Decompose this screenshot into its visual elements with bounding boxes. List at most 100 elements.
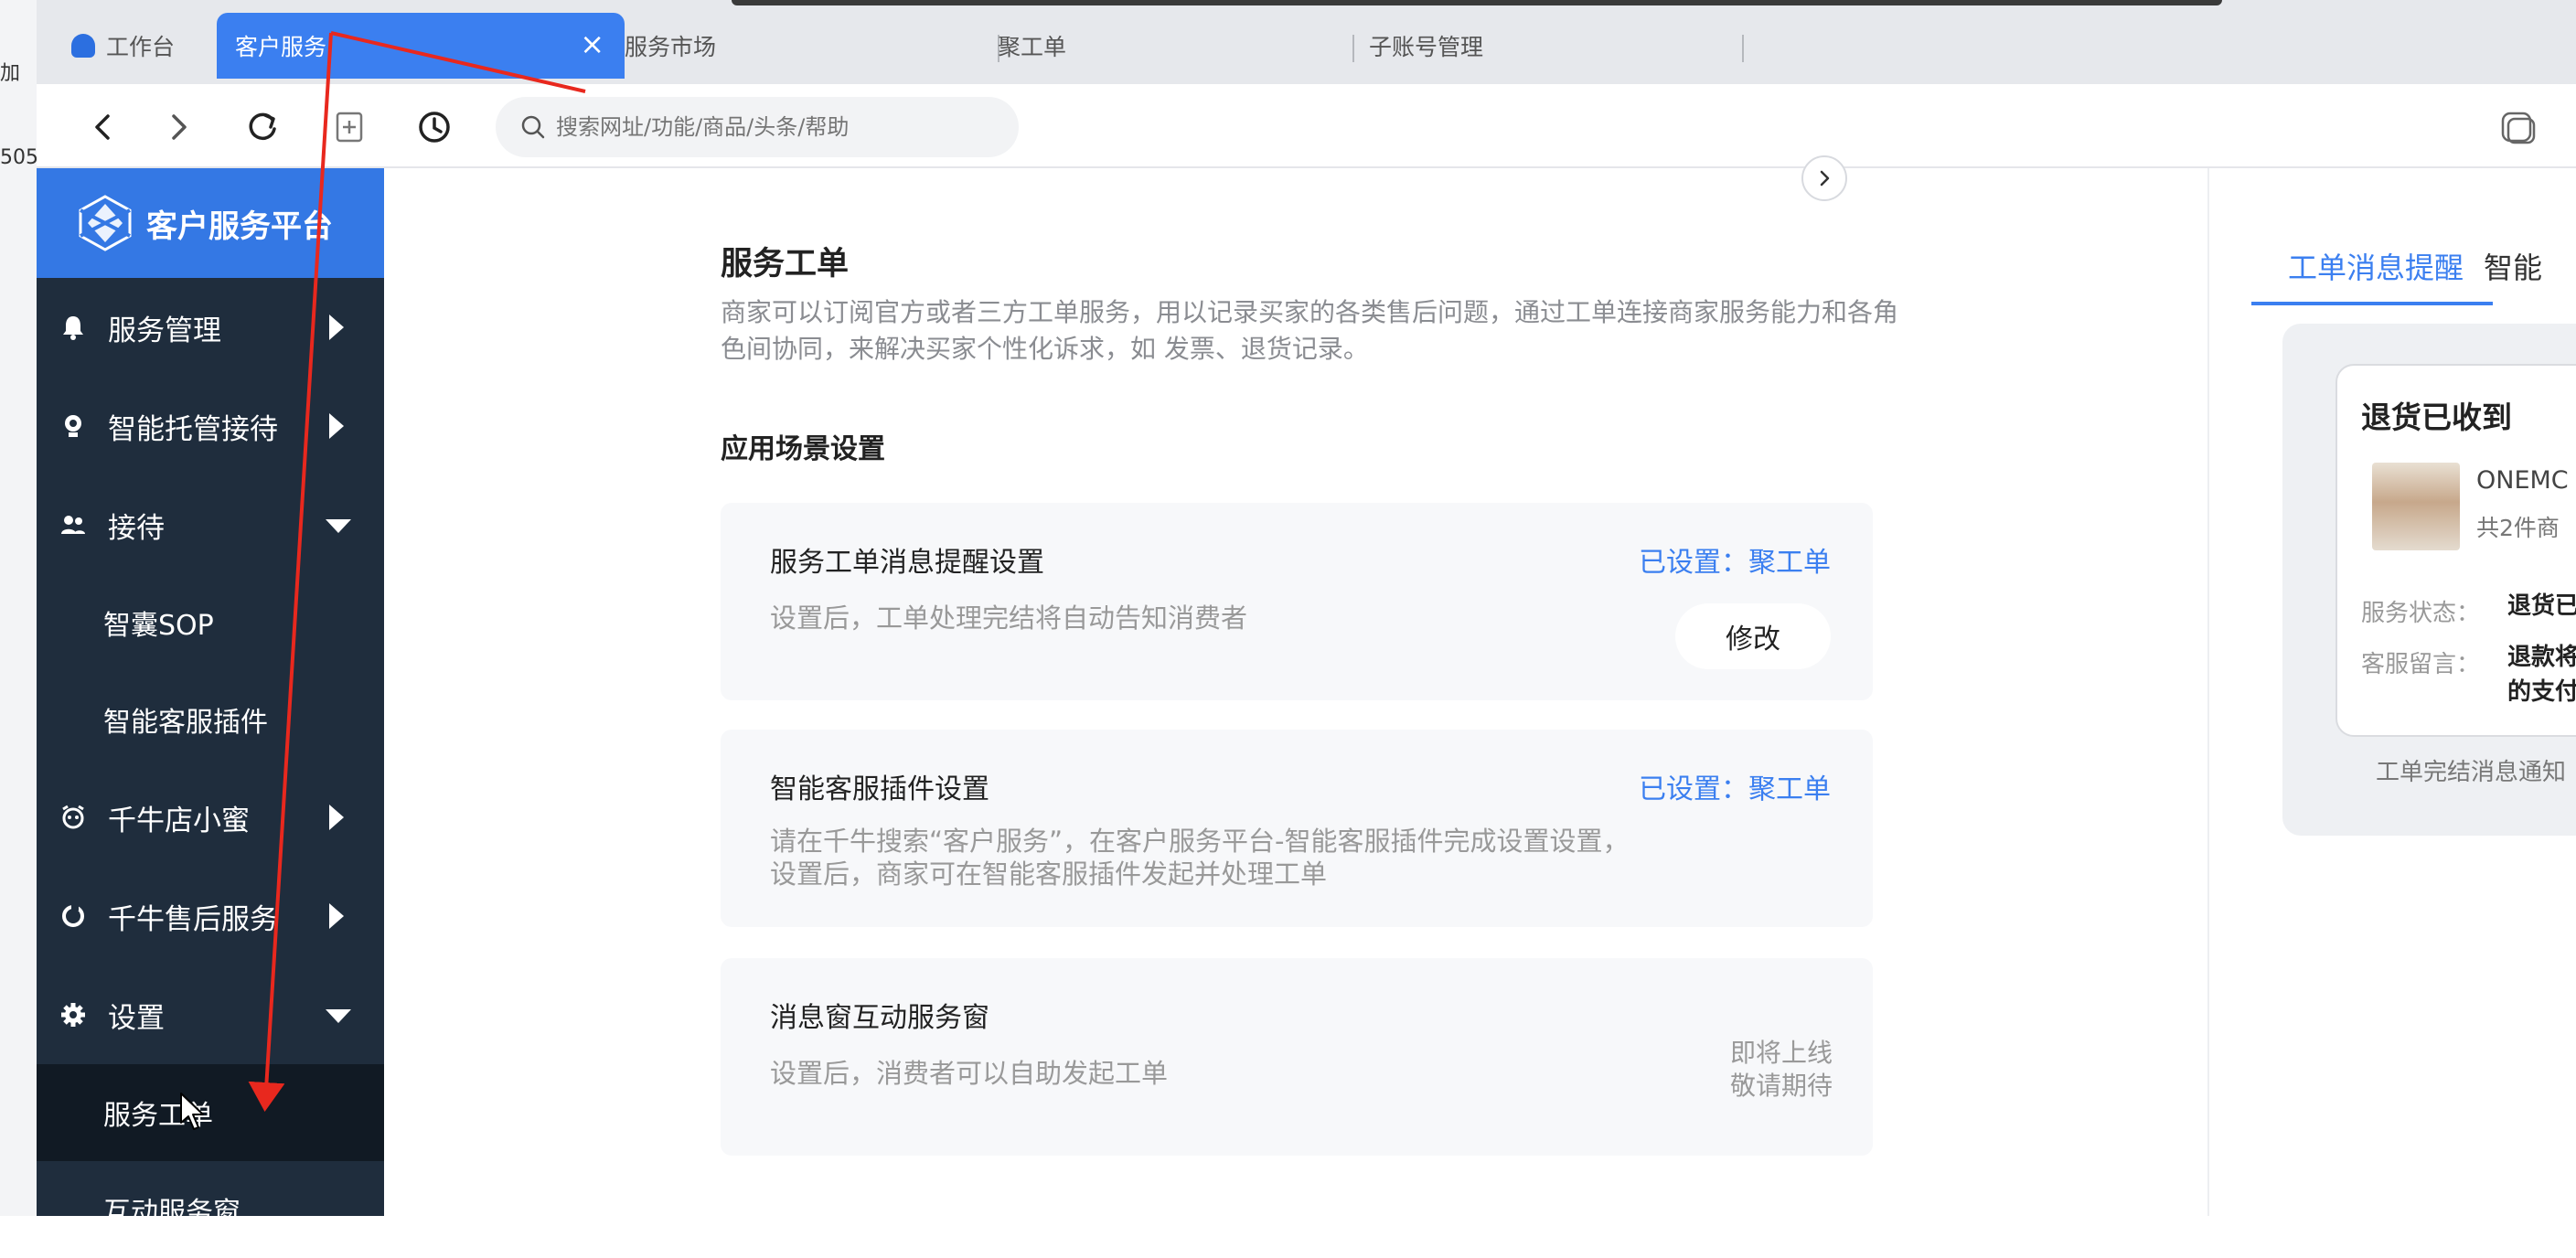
main-content: 服务工单 商家可以订阅官方或者三方工单服务，用以记录买家的各类售后问题，通过工单… — [384, 168, 2207, 1216]
section-title: 应用场景设置 — [721, 433, 885, 465]
sidebar-item-after-sales[interactable]: 千牛售后服务 — [37, 867, 384, 965]
tab-label: 聚工单 — [998, 34, 1067, 60]
copy-link-icon[interactable] — [2496, 104, 2541, 150]
close-icon[interactable]: × — [580, 29, 604, 59]
page-description: 商家可以订阅官方或者三方工单服务，用以记录买家的各类售后问题，通过工单连接商家服… — [721, 297, 1899, 364]
status-value: 退货已 — [2507, 592, 2576, 620]
tab-label: 服务市场 — [625, 34, 717, 60]
expand-panel-button[interactable] — [1801, 155, 1847, 201]
sidebar-subitem-service-ticket[interactable]: 服务工单 — [37, 1064, 384, 1161]
card-title: 消息窗互动服务窗 — [770, 1002, 989, 1034]
setting-card-smart-plugin: 智能客服插件设置 请在千牛搜索“客户服务”，在客户服务平台-智能客服插件完成设置… — [721, 730, 1873, 927]
modify-button[interactable]: 修改 — [1675, 603, 1831, 669]
sidebar-item-label: 智囊SOP — [103, 610, 214, 642]
card-description: 请在千牛搜索“客户服务”，在客户服务平台-智能客服插件完成设置设置，设置后，商家… — [770, 826, 1630, 890]
window-top-edge — [732, 0, 2222, 5]
note-value: 的支付 — [2507, 678, 2576, 706]
sidebar-subitem-sop[interactable]: 智囊SOP — [37, 574, 384, 671]
card-description: 设置后，工单处理完结将自动告知消费者 — [770, 602, 1248, 634]
chevron-down-icon — [326, 1009, 351, 1023]
sidebar-item-label: 千牛店小蜜 — [108, 804, 250, 837]
card-title: 服务工单消息提醒设置 — [770, 547, 1044, 579]
refresh-circle-icon — [57, 900, 90, 933]
address-search-bar[interactable] — [496, 97, 1019, 157]
coming-soon-line: 即将上线 — [1729, 1038, 1833, 1068]
setting-card-interactive-window: 消息窗互动服务窗 设置后，消费者可以自助发起工单 即将上线 敬请期待 — [721, 958, 1873, 1156]
home-icon — [71, 34, 95, 58]
status-badge: 已设置：聚工单 — [1639, 773, 1831, 805]
note-value: 退款将 — [2507, 644, 2576, 671]
chevron-right-icon — [1820, 170, 1830, 187]
tab-customer-service[interactable]: 客户服务 × — [217, 13, 625, 79]
preview-message-card: 退货已收到 ONEMC 共2件商 服务状态： 退货已 客服留言： 退款将 的支付 — [2336, 364, 2576, 737]
brand-name: 客户服务平台 — [146, 208, 333, 245]
chevron-right-icon — [329, 903, 344, 929]
sidebar-item-settings[interactable]: 设置 — [37, 965, 384, 1064]
sidebar-item-label: 智能托管接待 — [108, 412, 278, 446]
chevron-down-icon — [326, 519, 351, 533]
status-badge: 已设置：聚工单 — [1639, 547, 1831, 579]
tab-separator — [1742, 35, 1744, 62]
product-count: 共2件商 — [2476, 515, 2560, 541]
sidebar-item-smart-hosting[interactable]: 智能托管接待 — [37, 377, 384, 475]
note-label: 客服留言： — [2361, 651, 2481, 678]
tab-label: 客户服务 — [235, 34, 327, 60]
status-label: 服务状态： — [2361, 600, 2481, 627]
tab-service-market[interactable]: 服务市场 — [606, 13, 999, 79]
chevron-right-icon — [329, 805, 344, 830]
browser-nav-bar — [37, 84, 2576, 168]
tab-subaccount-management[interactable]: 子账号管理 — [1351, 13, 1744, 79]
sidebar-item-reception[interactable]: 接待 — [37, 475, 384, 574]
tab-label: 子账号管理 — [1369, 34, 1484, 60]
gear-icon — [57, 998, 90, 1031]
setting-card-ticket-reminder: 服务工单消息提醒设置 设置后，工单处理完结将自动告知消费者 已设置：聚工单 修改 — [721, 503, 1873, 700]
product-name: ONEMC — [2476, 466, 2569, 495]
preview-panel: 工单消息提醒 智能 退货已收到 ONEMC 共2件商 服务状态： 退货已 客服留… — [2207, 168, 2576, 1216]
history-icon[interactable] — [412, 104, 457, 150]
coming-soon-note: 即将上线 敬请期待 — [1650, 1037, 1833, 1103]
forward-icon[interactable] — [155, 104, 201, 150]
chevron-right-icon — [329, 413, 344, 439]
edge-fragment: 505 — [0, 146, 38, 169]
search-icon — [521, 115, 545, 139]
browser-tab-bar: 工作台 客户服务 × 服务市场 聚工单 子账号管理 — [37, 0, 2576, 84]
sidebar-brand[interactable]: 客户服务平台 — [37, 168, 384, 278]
bell-icon — [57, 311, 90, 344]
sidebar: 客户服务平台 服务管理 智能托管接待 接待 智囊SOP 智能客服插件 千牛店小蜜 — [37, 168, 384, 1229]
brand-logo-icon — [79, 195, 132, 251]
card-description: 设置后，消费者可以自助发起工单 — [770, 1058, 1169, 1089]
robot-icon — [57, 410, 90, 442]
sidebar-subitem-smart-plugin[interactable]: 智能客服插件 — [37, 671, 384, 768]
preview-card-title: 退货已收到 — [2361, 400, 2512, 435]
sidebar-item-label: 服务管理 — [108, 314, 221, 347]
tab-ju-ticket[interactable]: 聚工单 — [979, 13, 1354, 79]
sidebar-item-label: 设置 — [108, 1001, 165, 1035]
product-thumbnail — [2372, 463, 2460, 550]
sidebar-item-label: 千牛售后服务 — [108, 902, 278, 936]
coming-soon-line: 敬请期待 — [1729, 1071, 1833, 1101]
edge-fragment: 加 — [0, 62, 21, 85]
back-icon[interactable] — [80, 104, 126, 150]
sidebar-item-qianniu-assistant[interactable]: 千牛店小蜜 — [37, 768, 384, 867]
mouse-cursor-icon — [180, 1093, 204, 1130]
alarm-clock-icon — [57, 801, 90, 834]
card-title: 智能客服插件设置 — [770, 773, 989, 805]
page-title: 服务工单 — [721, 246, 850, 283]
preview-card-container: 退货已收到 ONEMC 共2件商 服务状态： 退货已 客服留言： 退款将 的支付… — [2282, 324, 2576, 836]
refresh-icon[interactable] — [240, 104, 285, 150]
chevron-right-icon — [329, 314, 344, 340]
tab-workbench[interactable]: 工作台 — [55, 13, 229, 79]
active-tab-indicator — [2251, 302, 2493, 305]
sidebar-item-label: 接待 — [108, 511, 165, 545]
sidebar-item-label: 智能客服插件 — [103, 707, 268, 739]
tab-ticket-reminder[interactable]: 工单消息提醒 — [2288, 245, 2464, 287]
sidebar-subitem-interactive-window[interactable]: 互动服务窗 — [37, 1161, 384, 1258]
tab-smart[interactable]: 智能 — [2484, 245, 2542, 287]
preview-card-footer: 工单完结消息通知 — [2376, 759, 2567, 786]
adjacent-window-edge: 加 505 — [0, 0, 38, 1216]
search-input[interactable] — [556, 114, 986, 140]
new-page-icon[interactable] — [327, 104, 373, 150]
sidebar-item-service-management[interactable]: 服务管理 — [37, 278, 384, 377]
users-icon — [57, 508, 90, 541]
tab-label: 工作台 — [106, 34, 176, 60]
